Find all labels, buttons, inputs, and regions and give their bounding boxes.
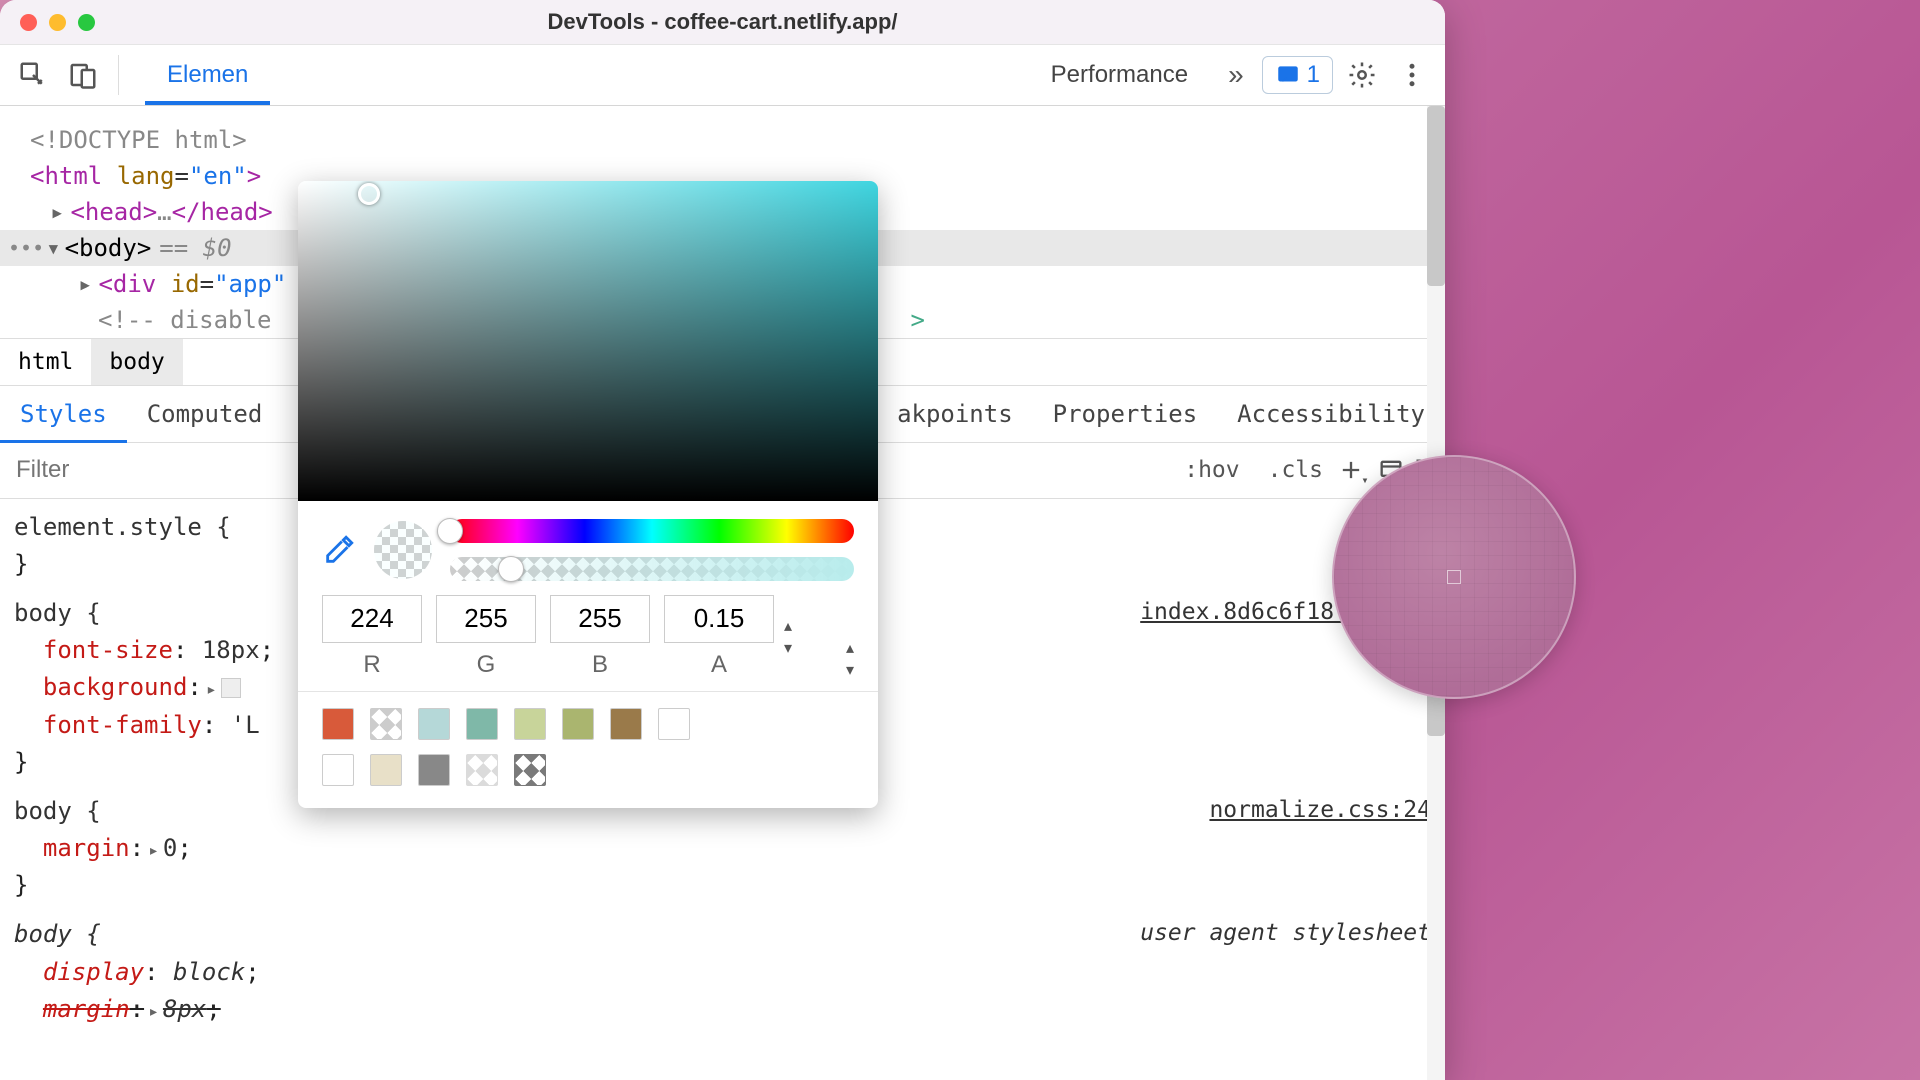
toolbar: Elemen Performance » 1: [0, 45, 1445, 105]
hue-slider[interactable]: [450, 519, 854, 543]
a-input[interactable]: [664, 595, 774, 643]
palette-swatch[interactable]: [658, 708, 690, 740]
swatch-palette: ▴▾: [298, 691, 878, 808]
alpha-slider[interactable]: [450, 557, 854, 581]
palette-swatch[interactable]: [370, 754, 402, 786]
palette-swatch[interactable]: [466, 754, 498, 786]
issues-count: 1: [1307, 61, 1320, 89]
dom-doctype: <!DOCTYPE html>: [30, 126, 247, 154]
tab-performance[interactable]: Performance: [1029, 61, 1210, 89]
palette-swatch[interactable]: [514, 708, 546, 740]
devtools-window: DevTools - coffee-cart.netlify.app/ Elem…: [0, 0, 1445, 1080]
palette-swatch[interactable]: [418, 708, 450, 740]
hue-thumb[interactable]: [437, 518, 463, 544]
subtab-computed[interactable]: Computed: [127, 386, 283, 442]
window-title: DevTools - coffee-cart.netlify.app/: [0, 9, 1445, 35]
b-input[interactable]: [550, 595, 650, 643]
cls-toggle[interactable]: .cls: [1254, 457, 1337, 483]
palette-stepper[interactable]: ▴▾: [846, 638, 854, 680]
window-controls: [20, 14, 95, 31]
palette-swatch[interactable]: [418, 754, 450, 786]
device-toggle-icon[interactable]: [62, 54, 104, 96]
format-stepper[interactable]: ▴▾: [784, 616, 792, 658]
color-swatch-icon[interactable]: [221, 678, 241, 698]
breadcrumb-body[interactable]: body: [91, 339, 182, 385]
r-input[interactable]: [322, 595, 422, 643]
breadcrumb-html[interactable]: html: [0, 339, 91, 385]
palette-swatch[interactable]: [562, 708, 594, 740]
source-link[interactable]: normalize.css:24: [1209, 793, 1431, 829]
palette-swatch[interactable]: [322, 754, 354, 786]
sv-thumb[interactable]: [358, 183, 380, 205]
g-input[interactable]: [436, 595, 536, 643]
palette-swatch[interactable]: [610, 708, 642, 740]
maximize-icon[interactable]: [78, 14, 95, 31]
kebab-menu-icon[interactable]: [1391, 54, 1433, 96]
issues-button[interactable]: 1: [1262, 56, 1333, 94]
subtab-styles[interactable]: Styles: [0, 386, 127, 442]
eyedropper-icon[interactable]: [322, 533, 356, 567]
alpha-thumb[interactable]: [498, 556, 524, 582]
more-tabs-icon[interactable]: »: [1218, 59, 1254, 91]
color-picker: R G B A ▴▾ ▴▾: [298, 181, 878, 808]
subtab-breakpoints[interactable]: akpoints: [877, 386, 1033, 442]
palette-swatch[interactable]: [370, 708, 402, 740]
settings-icon[interactable]: [1341, 54, 1383, 96]
subtab-properties[interactable]: Properties: [1033, 386, 1218, 442]
titlebar: DevTools - coffee-cart.netlify.app/: [0, 0, 1445, 45]
scroll-thumb[interactable]: [1427, 106, 1445, 286]
palette-swatch[interactable]: [514, 754, 546, 786]
palette-swatch[interactable]: [466, 708, 498, 740]
tab-elements[interactable]: Elemen: [145, 45, 270, 104]
inspect-icon[interactable]: [12, 54, 54, 96]
saturation-value-field[interactable]: [298, 181, 878, 501]
minimize-icon[interactable]: [49, 14, 66, 31]
subtab-accessibility[interactable]: Accessibility: [1217, 386, 1445, 442]
rule-body-normalize: normalize.css:24 body { margin:0; }: [14, 793, 1431, 905]
palette-swatch[interactable]: [322, 708, 354, 740]
close-icon[interactable]: [20, 14, 37, 31]
eyedropper-magnifier[interactable]: [1332, 455, 1576, 699]
color-preview: [374, 521, 432, 579]
hov-toggle[interactable]: :hov: [1170, 457, 1253, 483]
rule-body-ua: user agent stylesheet body { display: bl…: [14, 916, 1431, 1028]
